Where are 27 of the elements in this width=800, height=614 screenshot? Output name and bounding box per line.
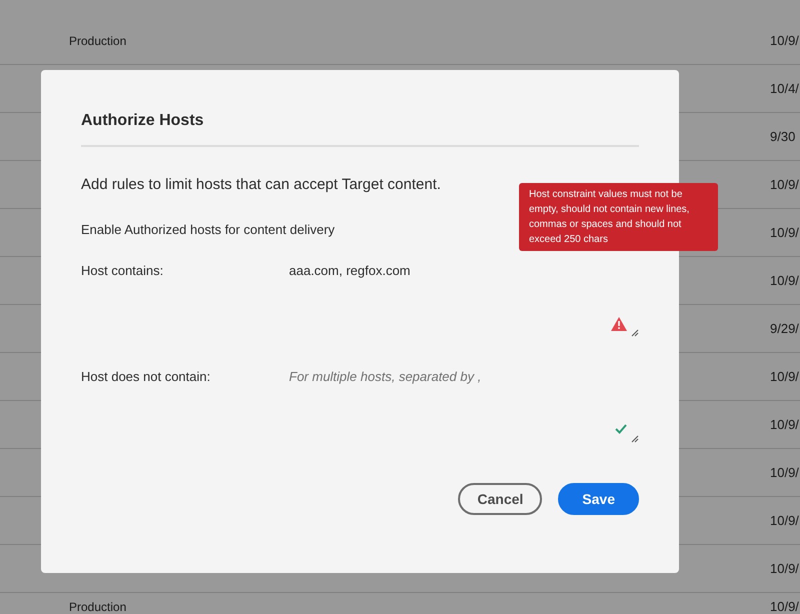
dialog-title: Authorize Hosts [81,112,205,131]
save-button[interactable]: Save [558,483,639,515]
error-tooltip: Host constraint values must not be empty, should not contain new lines, commas or spaces and should not exceed 250 chars [519,183,718,251]
table-cell: 10/9/ [770,33,799,48]
table-cell: 10/4/ [770,81,799,96]
input-field[interactable]: For multiple hosts, separated by , [289,369,639,461]
table-cell: 10/9/ [770,599,799,614]
table-cell: 10/9/ [770,513,799,528]
cancel-button[interactable]: Cancel [458,483,542,515]
toggle-label: Enable Authorized hosts for content delivery [81,222,335,237]
resize-handle-icon[interactable] [631,435,639,443]
table-cell: 10/9/ [770,417,799,432]
table-cell: 9/29/ [770,321,799,336]
field-label: Host does not contain: [81,369,212,386]
dialog-description: Add rules to limit hosts that can accept Target content. [81,176,441,193]
table-cell: 10/9/ [770,561,799,576]
table-cell: 10/9/ [770,177,799,192]
resize-handle-icon[interactable] [631,329,639,337]
table-cell: 10/9/ [770,369,799,384]
table-cell: 10/9/ [770,225,799,240]
table-cell: Production [69,600,126,614]
field-label: Host contains: [81,263,164,280]
input-field[interactable]: aaa.com, regfox.com [289,263,639,355]
table-cell: Production [69,34,126,48]
table-cell: 10/9/ [770,465,799,480]
table-cell: 10/9/ [770,273,799,288]
table-cell: 9/30 [770,129,796,144]
